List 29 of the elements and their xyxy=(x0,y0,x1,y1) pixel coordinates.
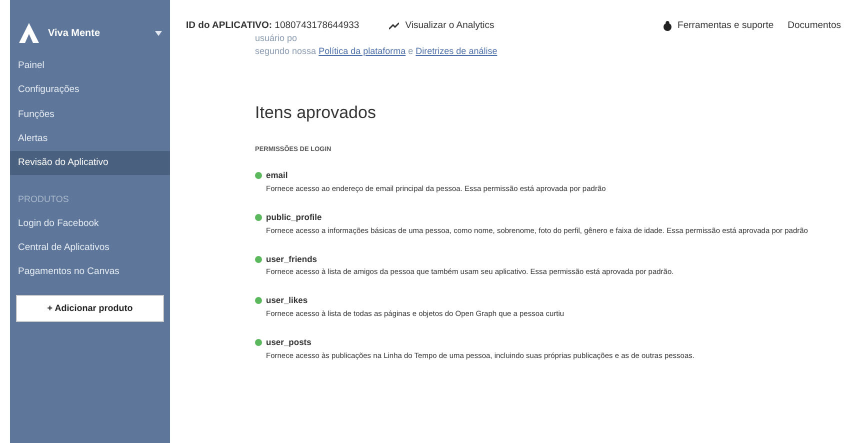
sidebar-item[interactable]: Alertas xyxy=(10,126,170,151)
permission-name: email xyxy=(266,169,288,182)
separator-text: e xyxy=(408,46,414,56)
sidebar-item[interactable]: Login do Facebook xyxy=(10,212,170,236)
tools-link[interactable]: Ferramentas e suporte xyxy=(678,18,774,34)
chart-icon xyxy=(389,22,400,30)
intro-text: segundo nossa xyxy=(255,46,316,56)
intro-text: usuário po xyxy=(255,32,298,45)
section-title: Itens aprovados xyxy=(255,103,377,124)
sidebar-item[interactable]: Configurações xyxy=(10,78,170,102)
add-product-button[interactable]: + Adicionar produto xyxy=(16,294,164,322)
app-logo-icon xyxy=(18,22,40,44)
permission-name: public_profile xyxy=(266,210,322,224)
sidebar-item[interactable]: Revisão do Aplicativo xyxy=(10,151,170,176)
permission-name: user_friends xyxy=(266,252,318,266)
policy-link[interactable]: Política da plataforma xyxy=(318,46,406,56)
permission-name: user_posts xyxy=(266,336,312,349)
guidelines-link[interactable]: Diretrizes de análise xyxy=(416,46,498,56)
permission-name: user_likes xyxy=(266,294,308,308)
docs-link[interactable]: Documentos xyxy=(788,18,841,34)
sidebar-item[interactable]: Funções xyxy=(10,102,170,127)
app-name: Viva Mente xyxy=(48,26,102,40)
sidebar-item[interactable]: Painel xyxy=(10,54,170,78)
caret-icon[interactable] xyxy=(155,30,162,36)
sidebar-item[interactable]: Central de Aplicativos xyxy=(10,236,170,260)
sidebar-item[interactable]: Pagamentos no Canvas xyxy=(10,260,170,284)
section-heading: PRODUTOS xyxy=(17,193,70,206)
app-id: ID do APLICATIVO: 1080743178644933 xyxy=(186,18,360,33)
analytics-link[interactable]: Visualizar o Analytics xyxy=(405,18,494,34)
